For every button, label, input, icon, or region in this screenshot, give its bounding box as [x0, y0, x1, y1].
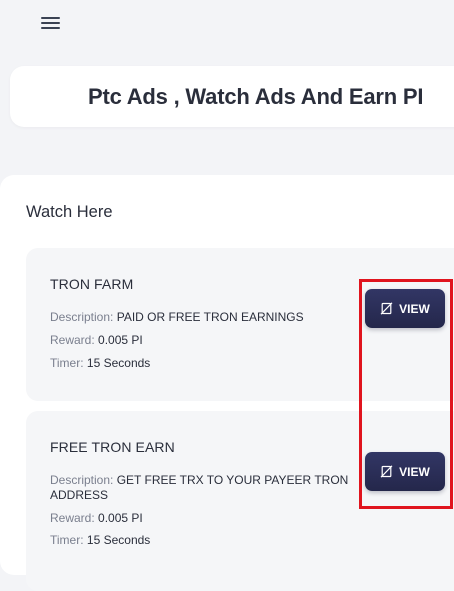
menu-bar [41, 17, 60, 19]
eye-slash-icon [380, 465, 393, 478]
ad-reward: Reward: 0.005 PI [50, 333, 350, 348]
ad-reward: Reward: 0.005 PI [50, 511, 350, 526]
ad-card: TRON FARM Description: PAID OR FREE TRON… [26, 248, 454, 401]
reward-value: 0.005 PI [98, 511, 143, 525]
description-label: Description: [50, 310, 114, 324]
ad-description: Description: PAID OR FREE TRON EARNINGS [50, 310, 350, 325]
reward-label: Reward: [50, 511, 95, 525]
hamburger-menu-icon[interactable] [41, 15, 61, 31]
menu-bar [41, 27, 60, 29]
view-button[interactable]: VIEW [365, 289, 445, 328]
ad-title: TRON FARM [50, 276, 134, 292]
ad-timer: Timer: 15 Seconds [50, 533, 350, 548]
section-heading: Watch Here [26, 203, 113, 221]
description-value: PAID OR FREE TRON EARNINGS [116, 310, 304, 324]
description-label: Description: [50, 473, 114, 487]
reward-value: 0.005 PI [98, 333, 143, 347]
timer-label: Timer: [50, 533, 84, 547]
view-button[interactable]: VIEW [365, 452, 445, 491]
reward-label: Reward: [50, 333, 95, 347]
ad-title: FREE TRON EARN [50, 439, 175, 455]
view-button-label: VIEW [399, 464, 430, 479]
ads-panel: Watch Here TRON FARM Description: PAID O… [0, 175, 454, 591]
timer-value: 15 Seconds [86, 533, 151, 547]
page-title: Ptc Ads , Watch Ads And Earn PI [88, 84, 424, 109]
eye-slash-icon [380, 302, 393, 315]
title-card: Ptc Ads , Watch Ads And Earn PI [10, 66, 454, 127]
timer-value: 15 Seconds [86, 356, 151, 370]
view-button-label: VIEW [399, 301, 430, 316]
ad-timer: Timer: 15 Seconds [50, 356, 350, 371]
menu-bar [41, 22, 60, 24]
ad-description: Description: GET FREE TRX TO YOUR PAYEER… [50, 473, 350, 503]
timer-label: Timer: [50, 356, 84, 370]
ad-card: FREE TRON EARN Description: GET FREE TRX… [26, 411, 454, 591]
